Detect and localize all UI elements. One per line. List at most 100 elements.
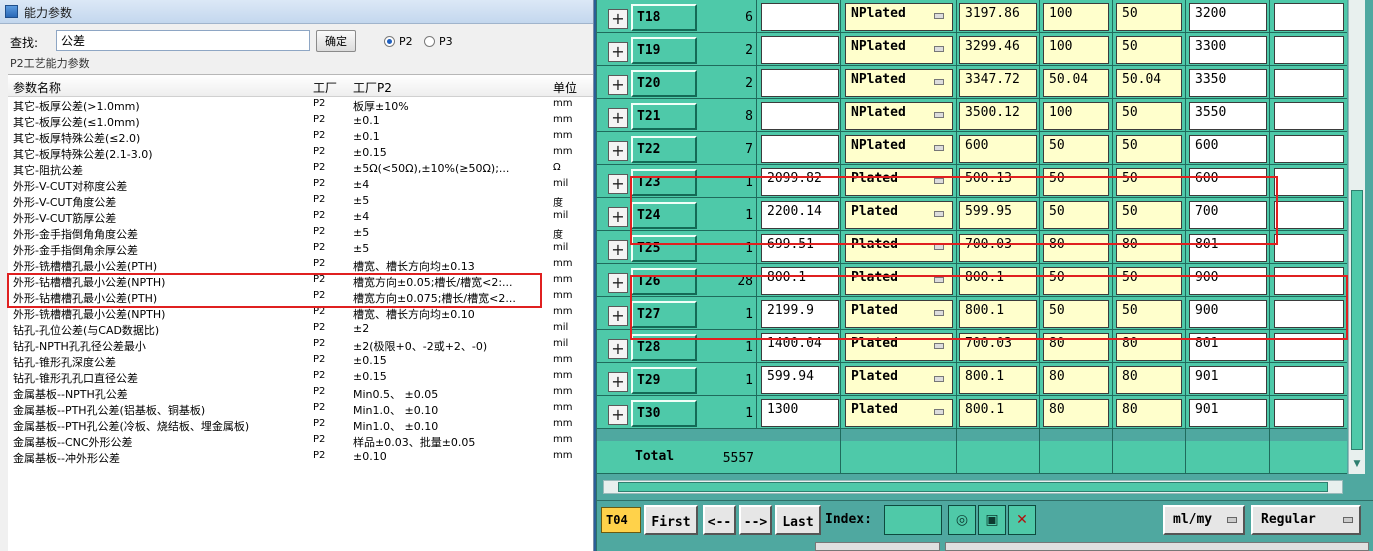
- first-button[interactable]: First: [644, 505, 698, 535]
- plating-type-select[interactable]: NPlated: [845, 135, 953, 163]
- scroll-down-icon[interactable]: ▼: [1351, 458, 1363, 470]
- extra-cell[interactable]: [1274, 69, 1344, 97]
- param-row[interactable]: 外形-铣槽槽孔最小公差(PTH) P2 槽宽、槽长方向均±0.13 mm: [8, 257, 593, 273]
- params-grid[interactable]: 参数名称 工厂 工厂P2 单位 其它-板厚公差(>1.0mm) P2 板厚±10% m…: [8, 74, 593, 551]
- tol-plus-cell[interactable]: 100: [1043, 3, 1109, 31]
- vertical-scrollbar[interactable]: ▼: [1348, 0, 1365, 474]
- drill-size-cell[interactable]: 3347.72: [959, 69, 1037, 97]
- param-row[interactable]: 其它-板厚公差(≤1.0mm) P2 ±0.1 mm: [8, 113, 593, 129]
- radio-p2[interactable]: P2: [384, 35, 413, 48]
- hscroll-thumb[interactable]: [618, 482, 1328, 492]
- extra-cell[interactable]: [1274, 168, 1344, 196]
- param-row[interactable]: 其它-板厚特殊公差(2.1-3.0) P2 ±0.15 mm: [8, 145, 593, 161]
- col-header-name[interactable]: 参数名称: [13, 79, 61, 96]
- extra-cell[interactable]: [1274, 399, 1344, 427]
- tool-button[interactable]: T20: [631, 70, 697, 97]
- plating-type-select[interactable]: NPlated: [845, 3, 953, 31]
- expand-icon[interactable]: +: [608, 339, 628, 359]
- image-icon[interactable]: ▣: [978, 505, 1006, 535]
- param-row[interactable]: 其它-板厚公差(>1.0mm) P2 板厚±10% mm: [8, 97, 593, 113]
- param-row[interactable]: 外形-金手指倒角角度公差 P2 ±5 度: [8, 225, 593, 241]
- expand-icon[interactable]: +: [608, 42, 628, 62]
- tool-size-cell[interactable]: 901: [1189, 399, 1267, 427]
- param-row[interactable]: 外形-V-CUT对称度公差 P2 ±4 mil: [8, 177, 593, 193]
- expand-icon[interactable]: +: [608, 273, 628, 293]
- param-row[interactable]: 钻孔-锥形孔深度公差 P2 ±0.15 mm: [8, 353, 593, 369]
- tool-button[interactable]: T29: [631, 367, 697, 394]
- tool-size-cell[interactable]: 901: [1189, 366, 1267, 394]
- delete-icon[interactable]: ✕: [1008, 505, 1036, 535]
- extra-cell[interactable]: [1274, 201, 1344, 229]
- expand-icon[interactable]: +: [608, 405, 628, 425]
- param-row[interactable]: 其它-板厚特殊公差(≤2.0) P2 ±0.1 mm: [8, 129, 593, 145]
- extra-cell[interactable]: [1274, 366, 1344, 394]
- param-row[interactable]: 金属基板--PTH孔公差(冷板、烧结板、埋金属板) P2 Min1.0、 ±0.10…: [8, 417, 593, 433]
- col-header-factory[interactable]: 工厂: [313, 79, 337, 96]
- expand-icon[interactable]: +: [608, 306, 628, 326]
- prev-button[interactable]: <--: [703, 505, 736, 535]
- expand-icon[interactable]: +: [608, 207, 628, 227]
- bulb-icon[interactable]: ◎: [948, 505, 976, 535]
- tool-size-cell[interactable]: 3550: [1189, 102, 1267, 130]
- plating-type-select[interactable]: NPlated: [845, 36, 953, 64]
- drill-size-cell[interactable]: 3197.86: [959, 3, 1037, 31]
- extra-cell[interactable]: [1274, 36, 1344, 64]
- extra-cell[interactable]: [1274, 102, 1344, 130]
- finish-size-cell[interactable]: [761, 135, 839, 163]
- tol-minus-cell[interactable]: 80: [1116, 399, 1182, 427]
- col-header-factory-p2[interactable]: 工厂P2: [353, 79, 392, 96]
- tool-button[interactable]: T30: [631, 400, 697, 427]
- finish-size-cell[interactable]: 599.94: [761, 366, 839, 394]
- drill-size-cell[interactable]: 600: [959, 135, 1037, 163]
- param-row[interactable]: 外形-金手指倒角余厚公差 P2 ±5 mil: [8, 241, 593, 257]
- plating-type-select[interactable]: Plated: [845, 399, 953, 427]
- finish-size-cell[interactable]: [761, 69, 839, 97]
- tol-minus-cell[interactable]: 50: [1116, 36, 1182, 64]
- drill-size-cell[interactable]: 3500.12: [959, 102, 1037, 130]
- tol-minus-cell[interactable]: 50: [1116, 3, 1182, 31]
- param-row[interactable]: 其它-阻抗公差 P2 ±5Ω(<50Ω),±10%(≥50Ω);... Ω: [8, 161, 593, 177]
- param-row[interactable]: 外形-V-CUT角度公差 P2 ±5 度: [8, 193, 593, 209]
- tol-plus-cell[interactable]: 80: [1043, 366, 1109, 394]
- tol-minus-cell[interactable]: 50: [1116, 102, 1182, 130]
- tol-plus-cell[interactable]: 80: [1043, 399, 1109, 427]
- index-input[interactable]: [884, 505, 942, 535]
- expand-icon[interactable]: +: [608, 9, 628, 29]
- mode-dropdown[interactable]: Regular: [1251, 505, 1361, 535]
- expand-icon[interactable]: +: [608, 372, 628, 392]
- expand-icon[interactable]: +: [608, 174, 628, 194]
- radio-p3[interactable]: P3: [424, 35, 453, 48]
- tool-size-cell[interactable]: 3200: [1189, 3, 1267, 31]
- tool-size-cell[interactable]: 3300: [1189, 36, 1267, 64]
- param-row[interactable]: 金属基板--CNC外形公差 P2 样品±0.03、批量±0.05 mm: [8, 433, 593, 449]
- tool-button[interactable]: T22: [631, 136, 697, 163]
- extra-cell[interactable]: [1274, 3, 1344, 31]
- expand-icon[interactable]: +: [608, 240, 628, 260]
- last-button[interactable]: Last: [775, 505, 821, 535]
- tool-button[interactable]: T19: [631, 37, 697, 64]
- expand-icon[interactable]: +: [608, 75, 628, 95]
- scroll-thumb[interactable]: [1351, 190, 1363, 450]
- extra-cell[interactable]: [1274, 234, 1344, 262]
- param-row[interactable]: 钻孔-孔位公差(与CAD数据比) P2 ±2 mil: [8, 321, 593, 337]
- confirm-button[interactable]: 确定: [316, 30, 356, 52]
- unit-dropdown[interactable]: ml/my: [1163, 505, 1245, 535]
- param-row[interactable]: 钻孔-NPTH孔孔径公差最小 P2 ±2(极限+0、-2或+2、-0) mil: [8, 337, 593, 353]
- col-header-unit[interactable]: 单位: [553, 79, 577, 96]
- param-row[interactable]: 钻孔-锥形孔孔口直径公差 P2 ±0.15 mm: [8, 369, 593, 385]
- plating-type-select[interactable]: NPlated: [845, 102, 953, 130]
- tol-plus-cell[interactable]: 50.04: [1043, 69, 1109, 97]
- tol-plus-cell[interactable]: 50: [1043, 135, 1109, 163]
- tol-minus-cell[interactable]: 80: [1116, 366, 1182, 394]
- tool-size-cell[interactable]: 600: [1189, 135, 1267, 163]
- tool-button[interactable]: T18: [631, 4, 697, 31]
- param-row[interactable]: 外形-V-CUT筋厚公差 P2 ±4 mil: [8, 209, 593, 225]
- next-button[interactable]: -->: [739, 505, 772, 535]
- tool-size-cell[interactable]: 3350: [1189, 69, 1267, 97]
- drill-size-cell[interactable]: 3299.46: [959, 36, 1037, 64]
- plating-type-select[interactable]: NPlated: [845, 69, 953, 97]
- bottom-button[interactable]: [815, 542, 940, 551]
- plating-type-select[interactable]: Plated: [845, 366, 953, 394]
- tol-plus-cell[interactable]: 100: [1043, 102, 1109, 130]
- extra-cell[interactable]: [1274, 135, 1344, 163]
